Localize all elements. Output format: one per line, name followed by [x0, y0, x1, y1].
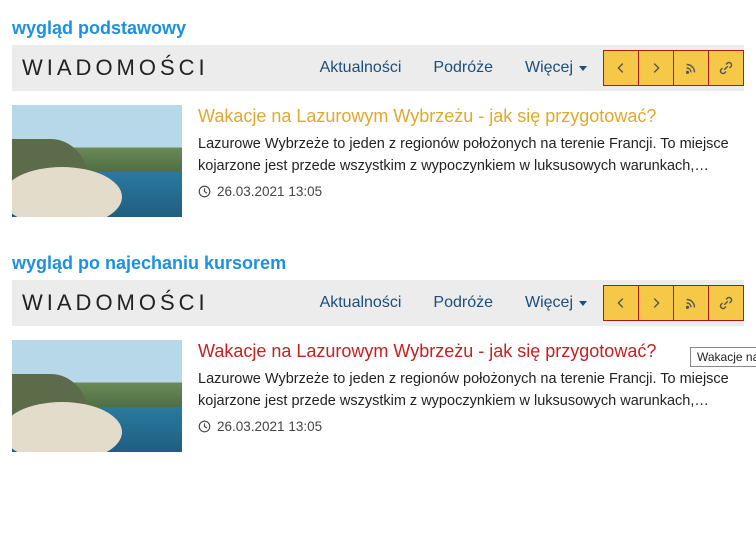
header-bar: WIADOMOŚCI Aktualności Podróże Więcej [12, 45, 744, 91]
rss-icon [684, 296, 698, 310]
article-date: 26.03.2021 13:05 [217, 419, 322, 434]
chevron-down-icon [579, 66, 587, 71]
nav: Aktualności Podróże Więcej [304, 280, 744, 326]
link-icon [719, 61, 733, 75]
clock-icon [198, 420, 211, 433]
nav: Aktualności Podróże Więcej [304, 45, 744, 91]
chevron-down-icon [579, 301, 587, 306]
chevron-right-icon [649, 296, 663, 310]
nav-podroze[interactable]: Podróże [417, 280, 509, 326]
article-excerpt: Lazurowe Wybrzeże to jeden z regionów po… [198, 134, 744, 178]
nav-aktualnosci[interactable]: Aktualności [304, 280, 418, 326]
chevron-right-icon [649, 61, 663, 75]
variant-default: wygląd podstawowy WIADOMOŚCI Aktualności… [12, 18, 744, 217]
nav-wiecej-label: Więcej [525, 294, 573, 312]
brand: WIADOMOŚCI [20, 55, 209, 81]
state-label: wygląd podstawowy [12, 18, 744, 39]
state-label: wygląd po najechaniu kursorem [12, 253, 744, 274]
rss-button[interactable] [673, 50, 709, 86]
prev-button[interactable] [603, 50, 639, 86]
nav-wiecej[interactable]: Więcej [509, 45, 603, 91]
article-card: Wakacje na Lazurowym Wybrzeżu - jak się … [12, 326, 744, 452]
iconbar [603, 280, 744, 326]
article-title[interactable]: Wakacje na Lazurowym Wybrzeżu - jak się … [198, 105, 744, 128]
article-thumbnail[interactable] [12, 340, 182, 452]
article-meta: 26.03.2021 13:05 [198, 419, 744, 434]
article-date: 26.03.2021 13:05 [217, 184, 322, 199]
rss-button[interactable] [673, 285, 709, 321]
next-button[interactable] [638, 50, 674, 86]
header-bar: WIADOMOŚCI Aktualności Podróże Więcej [12, 280, 744, 326]
article-title[interactable]: Wakacje na Lazurowym Wybrzeżu - jak się … [198, 340, 744, 363]
brand: WIADOMOŚCI [20, 290, 209, 316]
nav-podroze[interactable]: Podróże [417, 45, 509, 91]
article-card: Wakacje na Lazurowym Wybrzeżu - jak się … [12, 91, 744, 217]
nav-wiecej[interactable]: Więcej [509, 280, 603, 326]
tooltip: Wakacje na Lazurov [690, 347, 756, 367]
article-content: Wakacje na Lazurowym Wybrzeżu - jak się … [198, 340, 744, 452]
chevron-left-icon [614, 296, 628, 310]
next-button[interactable] [638, 285, 674, 321]
article-excerpt: Lazurowe Wybrzeże to jeden z regionów po… [198, 369, 744, 413]
clock-icon [198, 185, 211, 198]
permalink-button[interactable] [708, 50, 744, 86]
permalink-button[interactable] [708, 285, 744, 321]
iconbar [603, 45, 744, 91]
article-thumbnail[interactable] [12, 105, 182, 217]
article-meta: 26.03.2021 13:05 [198, 184, 744, 199]
nav-aktualnosci[interactable]: Aktualności [304, 45, 418, 91]
variant-hover: wygląd po najechaniu kursorem WIADOMOŚCI… [12, 253, 744, 452]
chevron-left-icon [614, 61, 628, 75]
prev-button[interactable] [603, 285, 639, 321]
article-content: Wakacje na Lazurowym Wybrzeżu - jak się … [198, 105, 744, 217]
rss-icon [684, 61, 698, 75]
nav-wiecej-label: Więcej [525, 59, 573, 77]
link-icon [719, 296, 733, 310]
